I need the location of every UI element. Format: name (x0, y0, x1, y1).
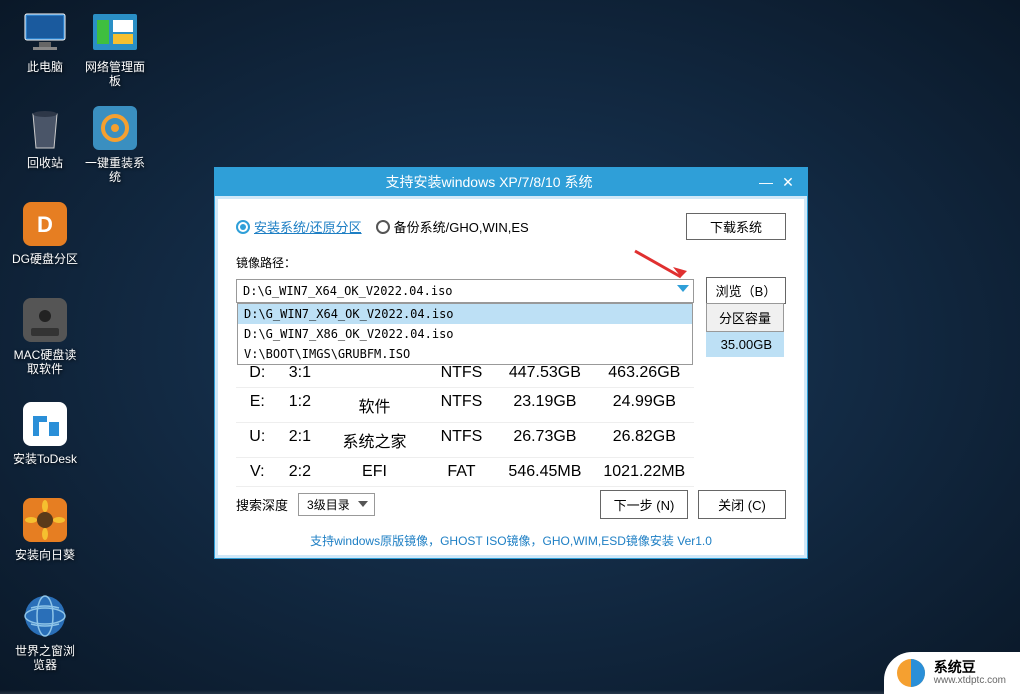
download-system-button[interactable]: 下载系统 (686, 213, 786, 240)
sunflower-icon (21, 496, 69, 544)
image-path-combo[interactable]: D:\G_WIN7_X64_OK_V2022.04.iso D:\G_WIN7_… (236, 279, 694, 303)
desktop-icon-reinstall[interactable]: 一键重装系统 (80, 104, 150, 185)
window-title: 支持安装windows XP/7/8/10 系统 (223, 172, 755, 192)
desktop-icon-recycle-bin[interactable]: 回收站 (10, 104, 80, 170)
watermark: 系统豆 www.xtdptc.com (884, 652, 1020, 694)
search-depth-select[interactable]: 3级目录 (298, 493, 375, 516)
footer-text: 支持windows原版镜像，GHOST ISO镜像，GHO,WIM,ESD镜像安… (218, 532, 804, 549)
search-depth-label: 搜索深度 (236, 495, 288, 514)
desktop-icon-dg-disk[interactable]: D DG硬盘分区 (10, 200, 80, 266)
table-row[interactable]: U: 2:1 系统之家 NTFS 26.73GB 26.82GB (236, 423, 694, 458)
minimize-button[interactable]: — (755, 174, 777, 190)
table-header-partial: 分区容量 35.00GB (706, 303, 784, 357)
radio-backup[interactable]: 备份系统/GHO,WIN,ES (376, 217, 529, 236)
radio-install-restore[interactable]: 安装系统/还原分区 (236, 217, 362, 236)
table-row[interactable]: V: 2:2 EFI FAT 546.45MB 1021.22MB (236, 458, 694, 487)
desktop-icon-sunflower[interactable]: 安装向日葵 (10, 496, 80, 562)
recycle-bin-icon (21, 104, 69, 152)
todesk-icon (21, 400, 69, 448)
monitor-icon (21, 8, 69, 56)
close-button[interactable]: ✕ (777, 174, 799, 191)
combo-dropdown: D:\G_WIN7_X64_OK_V2022.04.iso D:\G_WIN7_… (237, 303, 693, 365)
svg-text:D: D (37, 212, 53, 237)
desktop-icon-browser[interactable]: 世界之窗浏览器 (10, 592, 80, 673)
disk-partition-icon: D (21, 200, 69, 248)
dropdown-option[interactable]: D:\G_WIN7_X86_OK_V2022.04.iso (238, 324, 692, 344)
globe-icon (21, 592, 69, 640)
desktop-icon-todesk[interactable]: 安装ToDesk (10, 400, 80, 466)
chevron-down-icon[interactable] (677, 285, 689, 292)
dropdown-option[interactable]: D:\G_WIN7_X64_OK_V2022.04.iso (238, 304, 692, 324)
desktop-icon-mac-disk[interactable]: MAC硬盘读取软件 (10, 296, 80, 377)
network-panel-icon (91, 8, 139, 56)
titlebar[interactable]: 支持安装windows XP/7/8/10 系统 — ✕ (215, 168, 807, 196)
taskbar[interactable] (0, 690, 1020, 694)
logo-icon (896, 658, 926, 688)
next-button[interactable]: 下一步 (N) (600, 490, 688, 519)
mac-disk-icon (21, 296, 69, 344)
desktop-icon-network-panel[interactable]: 网络管理面板 (80, 8, 150, 89)
close-window-button[interactable]: 关闭 (C) (698, 490, 786, 519)
table-row[interactable]: E: 1:2 软件 NTFS 23.19GB 24.99GB (236, 388, 694, 423)
browse-button[interactable]: 浏览（B） (706, 277, 786, 304)
reinstall-icon (91, 104, 139, 152)
desktop-icon-this-pc[interactable]: 此电脑 (10, 8, 80, 74)
installer-window: 支持安装windows XP/7/8/10 系统 — ✕ 安装系统/还原分区 备… (214, 167, 808, 559)
combo-value: D:\G_WIN7_X64_OK_V2022.04.iso (243, 284, 453, 298)
image-path-label: 镜像路径： (236, 254, 786, 271)
dropdown-option[interactable]: V:\BOOT\IMGS\GRUBFM.ISO (238, 344, 692, 364)
